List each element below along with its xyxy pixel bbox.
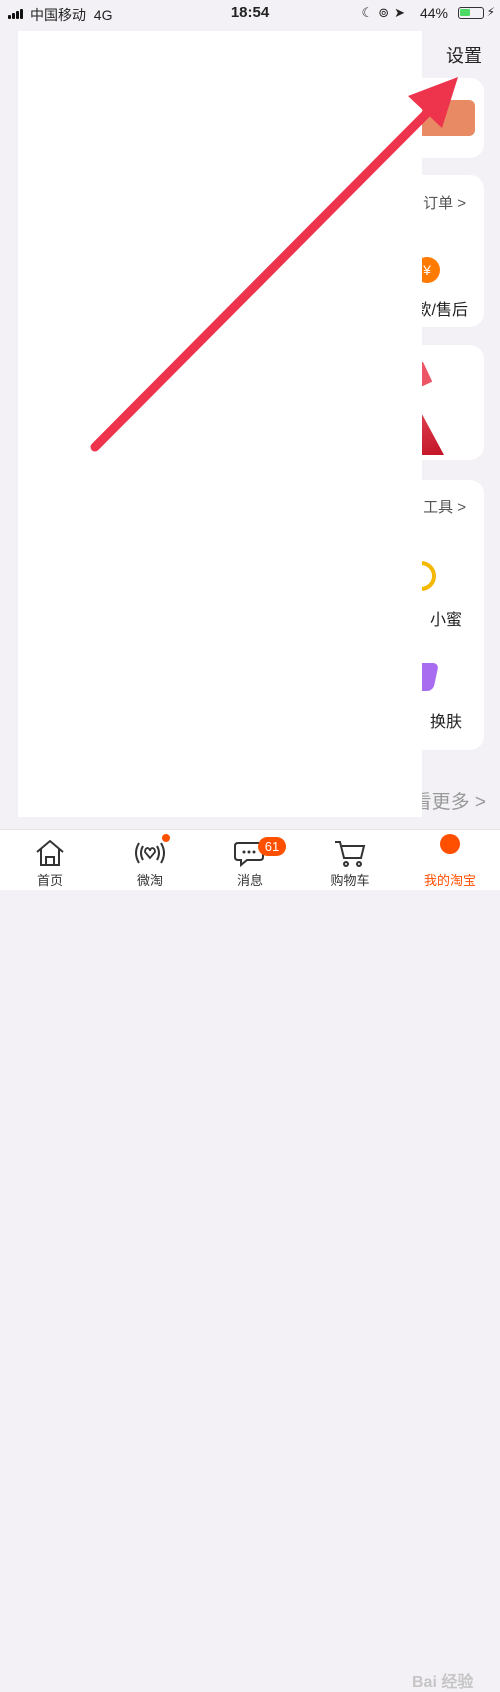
watermark: Bai 经验 [412, 1674, 474, 1691]
annotation-arrow-icon [90, 77, 458, 452]
